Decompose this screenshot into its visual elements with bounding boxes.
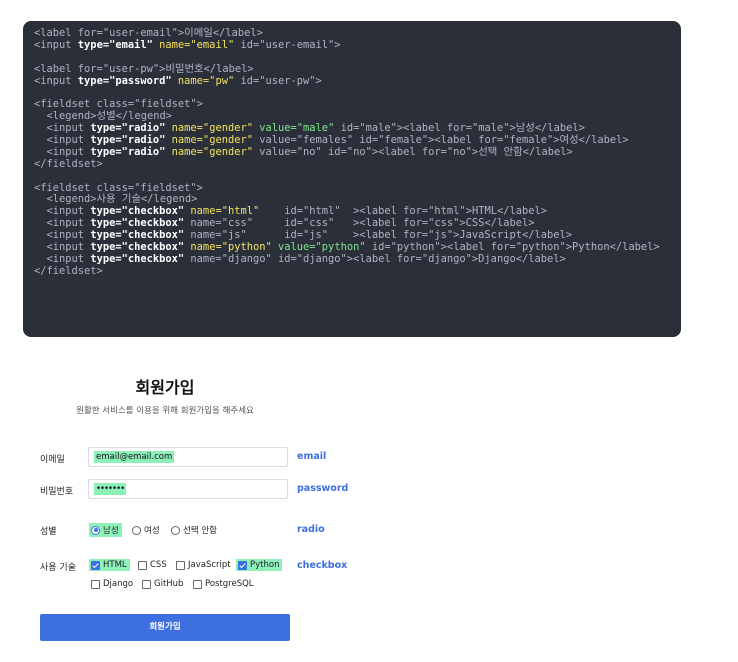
radio-none-label: 선택 안함 [183,526,217,536]
code-token: name="email" [159,38,235,51]
checkbox[interactable] [91,560,100,570]
code-line: <input type="radio" name="gender" value=… [34,145,681,159]
code-token: type="checkbox" [90,252,185,265]
radio-button[interactable] [171,525,180,535]
code-token: id="python"><label for="python">Python</… [365,241,660,254]
checkbox[interactable] [238,560,247,570]
code-line: </fieldset> [34,157,681,171]
code-token: </fieldset> [34,157,103,170]
radio-button[interactable] [91,525,100,535]
checkbox[interactable] [138,560,147,570]
code-token: type="checkbox" [90,229,185,242]
checkbox-python-label: Python [250,560,280,570]
code-line: <input type="email" name="email" id="use… [34,38,681,52]
checkbox-css-label: CSS [150,560,167,570]
radio-male[interactable]: 남성 [89,523,122,537]
skills-type-tag: checkbox [297,560,348,571]
code-token: <label for="user-email">이메일</label> [34,27,263,39]
code-token: id="html" ><label for="html">HTML</label… [259,205,548,218]
code-token: <legend>사용 기술</legend> [34,193,198,206]
code-token: <label for="user-pw">비밀번호</label> [34,62,254,75]
checkbox-github[interactable]: GitHub [142,579,183,589]
email-type-tag: email [297,451,327,462]
code-token: name="gender" [171,145,253,158]
code-line: <input type="password" name="pw" id="use… [34,74,681,88]
code-line: </fieldset> [34,264,681,278]
code-token: id="user-pw"> [234,74,322,87]
checkbox-html[interactable]: HTML [89,559,130,571]
code-token: <input [34,241,91,254]
code-token: <input [34,229,91,242]
password-value: ••••••• [94,483,127,495]
radio-male-label: 남성 [103,526,119,536]
checkbox-postgresql-label: PostgreSQL [205,579,254,589]
code-token: type="checkbox" [90,217,185,230]
code-token: value="male" [259,122,335,135]
password-type-tag: password [297,483,349,494]
code-token: type="password" [77,74,172,87]
checkbox-js[interactable]: JavaScript [176,560,231,570]
radio-none[interactable]: 선택 안함 [171,524,217,536]
code-token: name="gender" [171,122,253,135]
checkbox-django[interactable]: Django [91,579,133,589]
code-token: <input [34,217,91,230]
checkbox[interactable] [91,579,100,589]
checkbox-python[interactable]: Python [236,559,283,571]
code-token: name="pw" [177,74,235,87]
checkbox-html-label: HTML [103,560,127,570]
code-token: type="checkbox" [90,241,185,254]
checkbox-js-label: JavaScript [188,560,231,570]
signup-submit-button[interactable]: 회원가입 [40,614,290,641]
checkbox[interactable] [142,579,151,589]
checkbox[interactable] [176,560,185,570]
code-token: <input [34,252,91,265]
radio-female-label: 여성 [144,526,160,536]
checkbox-css[interactable]: CSS [138,560,167,570]
checkbox-postgresql[interactable]: PostgreSQL [193,579,254,589]
code-token: type="radio" [90,134,166,147]
code-line: <input type="checkbox" name="django" id=… [34,252,681,266]
code-token: value="python" [278,241,366,254]
code-token: <fieldset class="fieldset"> [34,98,203,111]
email-label: 이메일 [40,455,65,465]
code-token: </fieldset> [34,264,103,277]
code-token: name="html" [190,205,260,218]
email-field[interactable]: email@email.com [88,447,288,467]
code-token: type="email" [77,38,153,51]
checkbox[interactable] [193,579,202,589]
password-field[interactable]: ••••••• [88,479,288,499]
code-snippet-panel: <label for="user-email">이메일</label> <inpu… [23,21,681,337]
code-token: <input [34,74,78,87]
code-token: <legend>성별</legend> [34,110,172,123]
checkbox-github-label: GitHub [154,579,184,589]
gender-label: 성별 [40,527,57,537]
code-token: <fieldset class="fieldset"> [34,181,203,194]
code-token: name="js" id="js" ><label for="js">JavaS… [184,229,573,242]
code-token: id="user-email"> [234,38,341,51]
code-token: value="no" id="no"><label for="no">선택 안함… [252,145,573,158]
code-token: name="python" [190,241,272,254]
form-title: 회원가입 [135,378,195,397]
code-token: name="gender" [171,134,253,147]
radio-button[interactable] [132,525,141,535]
gender-type-tag: radio [297,524,325,535]
password-label: 비밀번호 [40,487,74,497]
form-subtitle: 원활한 서비스를 이용을 위해 회원가입을 해주세요 [76,406,254,416]
code-token: type="checkbox" [90,205,185,218]
code-token: value="females" id="female"><label for="… [252,134,629,147]
checkbox-django-label: Django [103,579,134,589]
code-token: <input [34,145,91,158]
code-token: <input [34,38,78,51]
code-token: name="django" id="django"><label for="dj… [184,252,566,265]
code-token: type="radio" [90,145,166,158]
code-token: type="radio" [90,122,166,135]
skills-label: 사용 기술 [40,563,76,573]
code-token: <input [34,134,91,147]
code-token: id="male"><label for="male">남성</label> [334,122,585,135]
code-token: <input [34,205,91,218]
code-token: name="css" id="css" ><label for="css">CS… [184,217,535,230]
code-token: <input [34,122,91,135]
radio-female[interactable]: 여성 [132,524,160,536]
email-value: email@email.com [94,451,175,463]
